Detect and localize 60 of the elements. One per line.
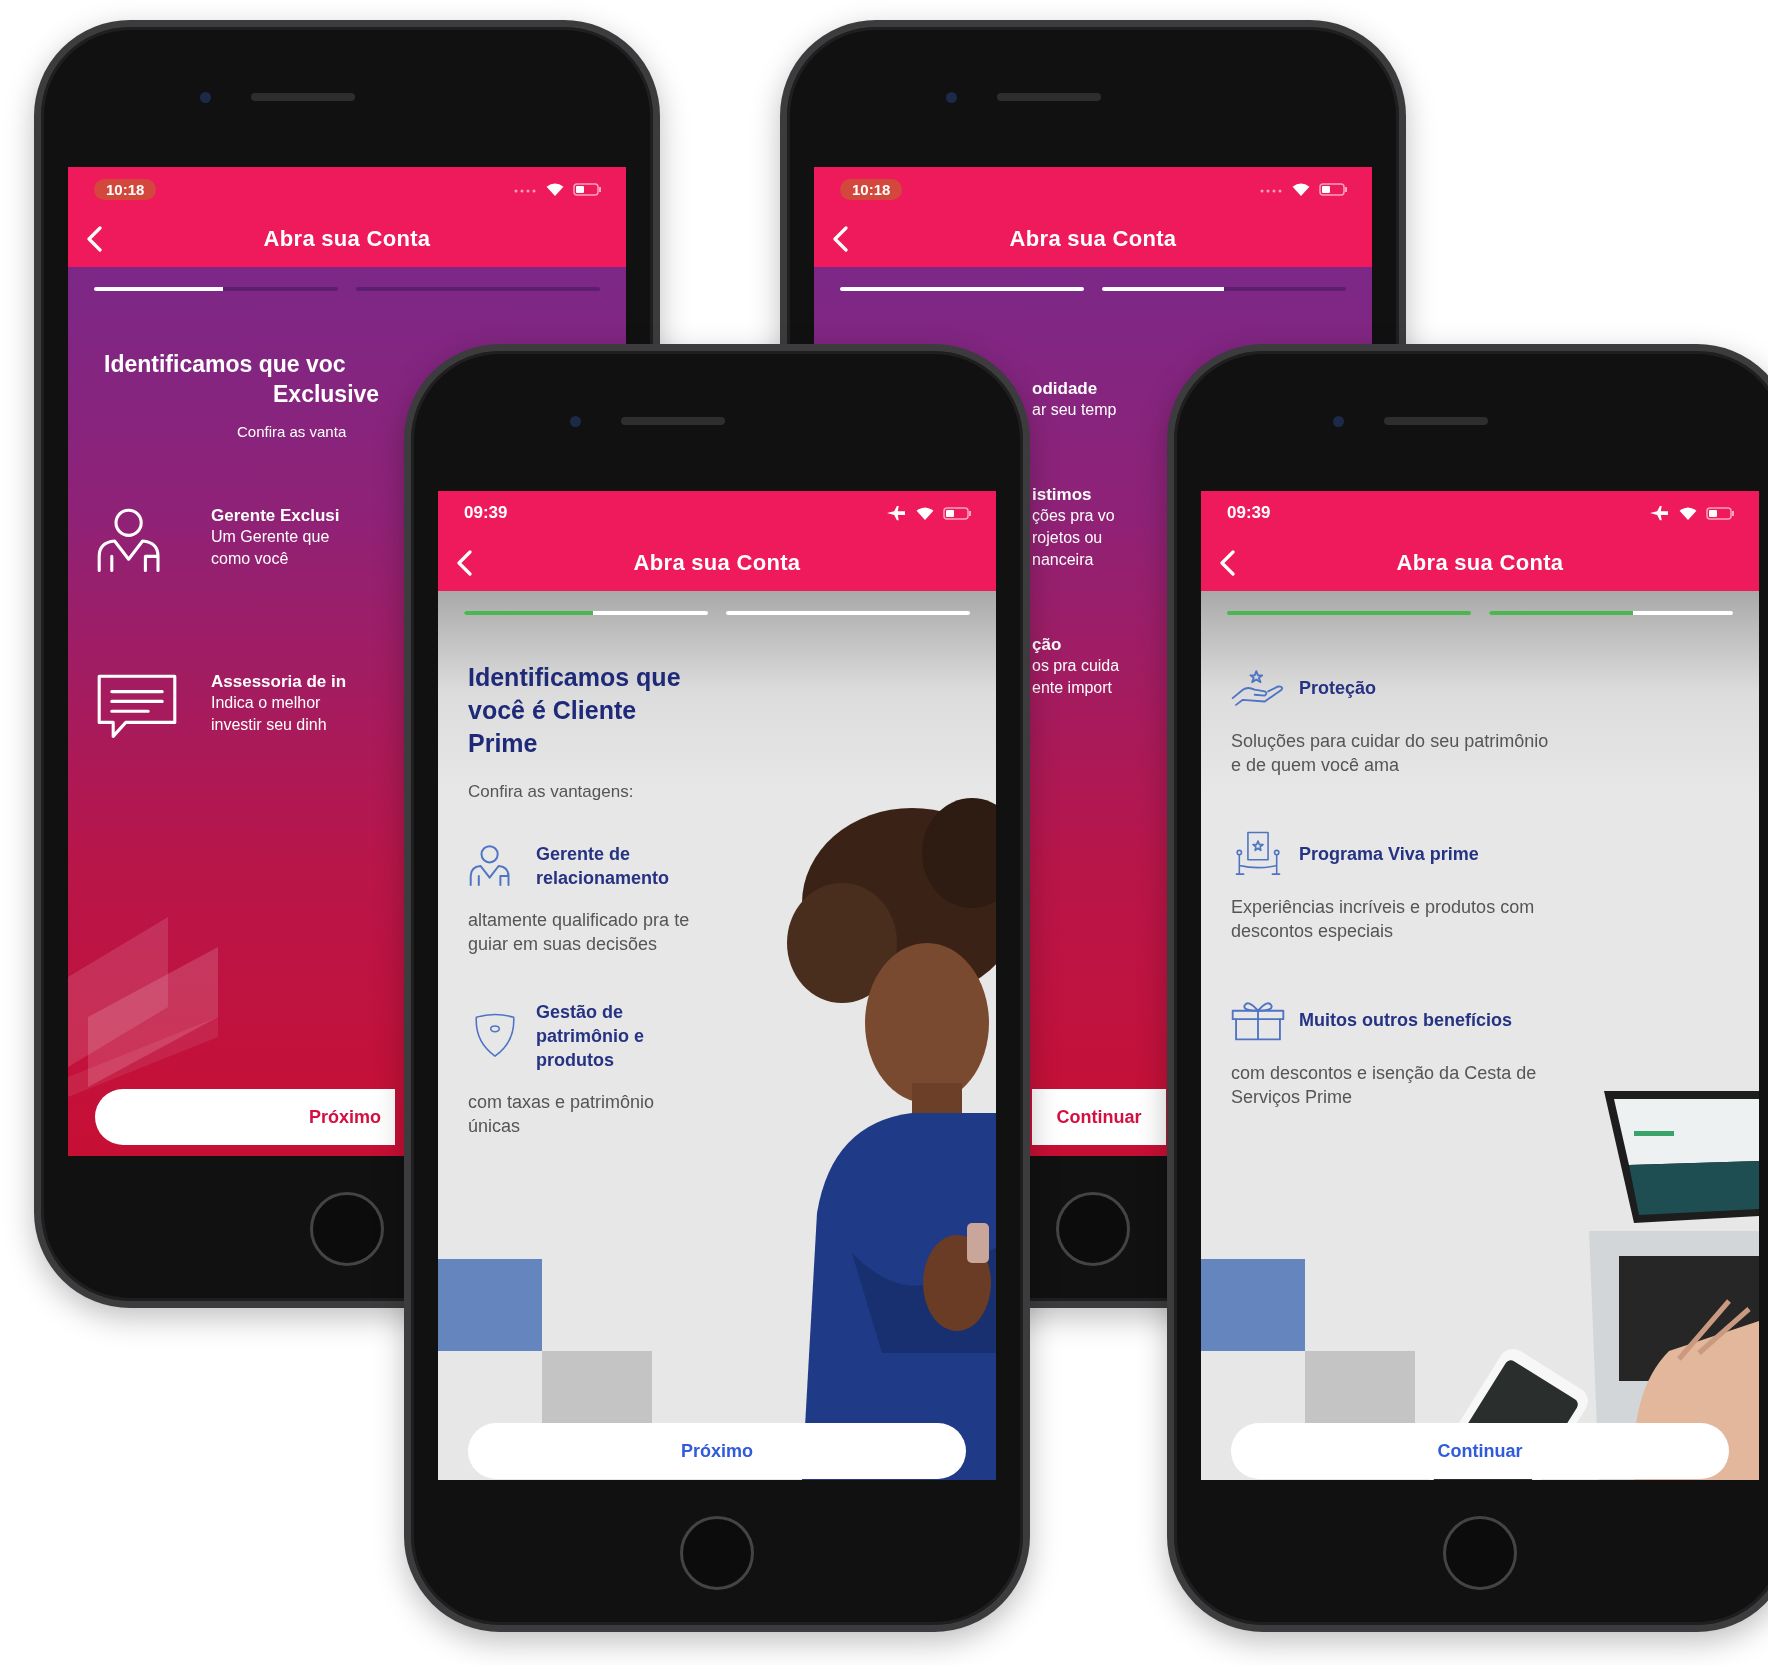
wifi-icon [1678, 505, 1698, 521]
heading: Identificamos que voc [104, 350, 346, 379]
status-time: 09:39 [1227, 503, 1271, 523]
benefit-title: Gerente de relacionamento [536, 843, 671, 890]
camera-lens [1332, 415, 1344, 427]
benefit-title: odidade [1032, 379, 1099, 399]
benefit-text: com descontos e isenção da Cesta de Serviços Prime [1231, 1062, 1538, 1109]
wifi-icon [1291, 181, 1311, 197]
benefit-title: Proteção [1299, 677, 1377, 700]
benefit-title: Assessoria de in [211, 672, 347, 692]
next-button[interactable]: Próximo [468, 1423, 966, 1479]
next-button[interactable]: Próximo [95, 1089, 395, 1145]
battery-icon [943, 506, 972, 520]
benefit-text: Um Gerente que [211, 527, 331, 547]
screen-title: Abra sua Conta [262, 226, 432, 252]
camera-lens [945, 91, 957, 103]
battery-icon [1319, 182, 1348, 196]
back-icon[interactable] [832, 226, 848, 252]
benefit-text: os pra cuida [1032, 656, 1120, 676]
benefit-text: ções pra vo [1032, 506, 1115, 526]
subheading: Confira as vanta [237, 423, 347, 440]
next-button[interactable]: Continuar [1032, 1089, 1166, 1145]
benefit-title: Gestão de patrimônio e produtos [536, 1001, 645, 1072]
airplane-icon [1650, 505, 1670, 521]
airplane-icon [887, 505, 907, 521]
back-icon[interactable] [456, 550, 472, 576]
wifi-icon [545, 181, 565, 197]
benefit-text: nanceira [1032, 550, 1095, 570]
benefit-text: Experiências incríveis e produtos com descontos especiais [1231, 896, 1536, 943]
benefit-text: investir seu dinh [211, 715, 328, 735]
heading: Identificamos que você é Cliente Prime [468, 662, 682, 759]
benefit-text: ar seu temp [1032, 400, 1117, 420]
benefit-title: istimos [1032, 485, 1093, 505]
benefit-text: Indica o melhor [211, 693, 322, 713]
benefit-title: Muitos outros benefícios [1299, 1009, 1512, 1032]
battery-icon [1706, 506, 1735, 520]
next-button[interactable]: Continuar [1231, 1423, 1729, 1479]
status-time: 10:18 [840, 178, 903, 200]
back-icon[interactable] [1219, 550, 1235, 576]
camera-lens [199, 91, 211, 103]
battery-icon [573, 182, 602, 196]
screen-title: Abra sua Conta [1008, 226, 1178, 252]
benefit-text: Soluções para cuidar do seu patrimônio e de quem você ama [1231, 730, 1550, 777]
benefit-text: rojetos ou [1032, 528, 1104, 548]
benefit-text: ente import [1032, 678, 1114, 698]
back-icon[interactable] [86, 226, 102, 252]
heading: Exclusive [273, 380, 380, 409]
benefit-title: ção [1032, 635, 1063, 655]
benefit-title: Programa Viva prime [1299, 843, 1479, 866]
camera-lens [569, 415, 581, 427]
benefit-title: Gerente Exclusi [211, 506, 340, 526]
benefit-text: como você [211, 549, 290, 569]
status-time: 10:18 [94, 178, 157, 200]
benefit-text: com taxas e patrimônio únicas [468, 1091, 656, 1138]
screen-title: Abra sua Conta [632, 550, 802, 576]
status-time: 09:39 [464, 503, 508, 523]
screen-title: Abra sua Conta [1395, 550, 1565, 576]
benefit-text: altamente qualificado pra te guiar em suas decisões [468, 909, 691, 956]
wifi-icon [915, 505, 935, 521]
subheading: Confira as vantagens: [468, 782, 634, 802]
